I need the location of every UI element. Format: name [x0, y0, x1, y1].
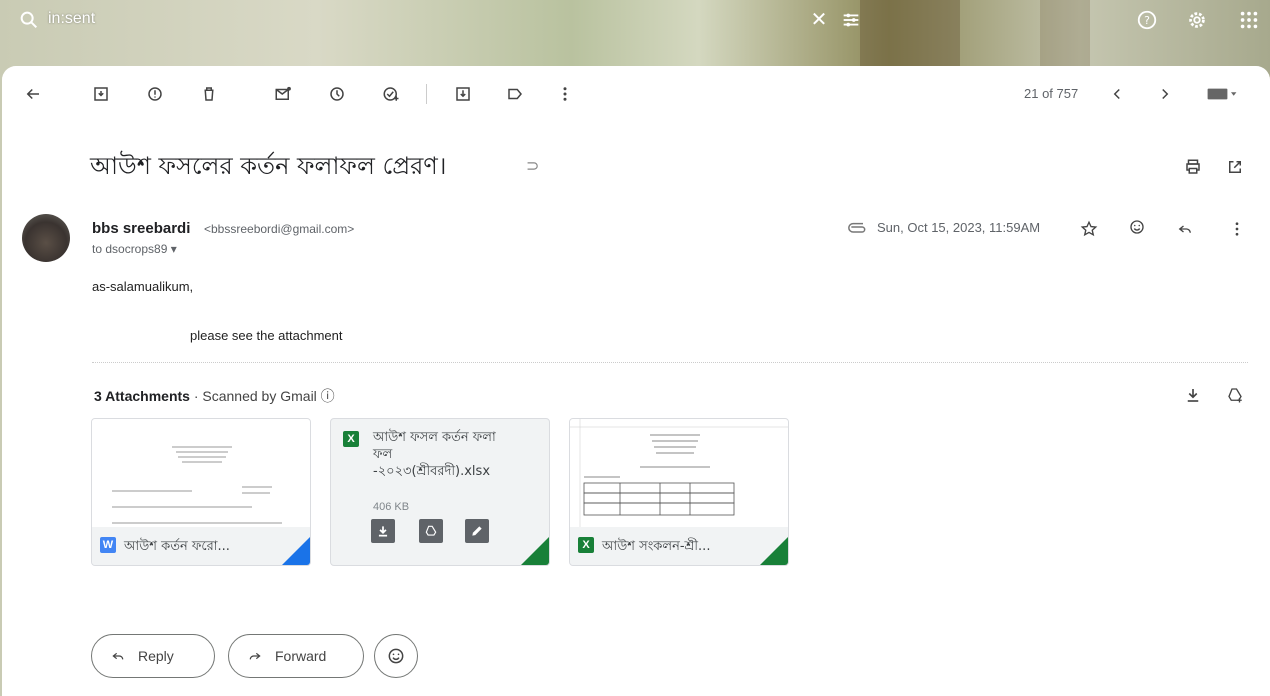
search-options-icon[interactable] — [840, 9, 862, 31]
add-to-tasks-icon[interactable] — [380, 83, 402, 105]
report-spam-icon[interactable] — [144, 83, 166, 105]
email-body-greeting: as-salamualikum, — [92, 279, 194, 294]
attachment-thumbnail — [570, 419, 788, 527]
settings-icon[interactable] — [1186, 9, 1208, 31]
message-date: Sun, Oct 15, 2023, 11:59AM — [877, 220, 1041, 235]
recipient-dropdown[interactable]: to dsocrops89 ▾ — [92, 242, 177, 256]
excel-file-icon: X — [578, 537, 594, 553]
delete-icon[interactable] — [198, 83, 220, 105]
move-to-icon[interactable] — [452, 83, 474, 105]
reply-label: Reply — [138, 648, 174, 664]
archive-icon[interactable] — [90, 83, 112, 105]
attachment-icon — [848, 222, 866, 233]
attachments-header: 3 Attachments · Scanned by Gmail ⓘ — [94, 386, 335, 406]
attachment-footer: W আউশ কর্তন ফরো... — [92, 527, 310, 565]
forward-button[interactable]: Forward — [228, 634, 364, 678]
attachment-size: 406 KB — [373, 501, 410, 513]
back-arrow-icon[interactable] — [22, 83, 44, 105]
sender-email: <bbssreebordi@gmail.com> — [204, 222, 355, 236]
clear-search-icon[interactable]: ✕ — [808, 9, 830, 31]
apps-grid-icon[interactable] — [1238, 9, 1260, 31]
open-new-window-icon[interactable] — [1224, 156, 1246, 178]
email-subject: আউশ ফসলের কর্তন ফলাফল প্রেরণ। — [90, 152, 447, 180]
edit-button[interactable] — [465, 519, 489, 543]
file-type-corner — [760, 537, 788, 565]
file-type-corner — [521, 537, 549, 565]
sender-name[interactable]: bbs sreebardi — [92, 220, 190, 237]
email-body-text: please see the attachment — [190, 328, 343, 343]
scanned-label: · Scanned by Gmail ⓘ — [193, 388, 335, 404]
excel-file-icon: X — [343, 431, 359, 447]
attachment-name-line: ফল — [373, 447, 393, 462]
help-icon[interactable]: ? — [1136, 9, 1158, 31]
pager-count: 21 of 757 — [1024, 86, 1079, 101]
file-type-corner — [282, 537, 310, 565]
reply-button[interactable]: Reply — [91, 634, 215, 678]
emoji-react-button[interactable] — [374, 634, 418, 678]
print-icon[interactable] — [1182, 156, 1204, 178]
attachment-footer: X আউশ সংকলন-শ্রী... — [570, 527, 788, 565]
reply-icon — [112, 652, 124, 660]
more-vert-icon[interactable] — [1226, 218, 1248, 240]
star-icon[interactable] — [1078, 218, 1100, 240]
add-to-drive-icon[interactable] — [1224, 384, 1246, 406]
download-all-icon[interactable] — [1182, 384, 1204, 406]
message-toolbar: 21 of 757 — [2, 66, 1270, 124]
search-input[interactable]: in:sent — [48, 10, 95, 28]
word-file-icon: W — [100, 537, 116, 553]
top-bar: in:sent ✕ ? — [0, 0, 1270, 66]
search-icon[interactable] — [18, 9, 40, 31]
attachment-name-line: -২০২৩(শ্রীবরদী).xlsx — [373, 464, 491, 479]
body-divider — [92, 362, 1248, 363]
add-to-drive-button[interactable] — [419, 519, 443, 543]
message-content: আউশ ফসলের কর্তন ফলাফল প্রেরণ। ⊃ bbs sree… — [2, 124, 1270, 696]
mark-unread-icon[interactable] — [272, 83, 294, 105]
snooze-icon[interactable] — [326, 83, 348, 105]
more-vert-icon[interactable] — [554, 83, 576, 105]
download-button[interactable] — [371, 519, 395, 543]
emoji-icon — [388, 648, 404, 664]
emoji-reaction-icon[interactable] — [1126, 216, 1148, 238]
toolbar-divider — [426, 84, 427, 104]
keyboard-icon[interactable] — [1202, 83, 1242, 105]
attachment-thumbnail — [92, 419, 310, 527]
chevron-left-icon[interactable] — [1106, 83, 1128, 105]
attachment-name: আউশ সংকলন-শ্রী... — [602, 539, 711, 554]
attachment-card[interactable]: X আউশ ফসল কর্তন ফলা ফল -২০২৩(শ্রীবরদী).x… — [330, 418, 550, 566]
attachment-card[interactable]: W আউশ কর্তন ফরো... — [91, 418, 311, 566]
important-marker-icon[interactable]: ⊃ — [526, 156, 539, 176]
forward-icon — [249, 652, 261, 660]
attachment-card[interactable]: X আউশ সংকলন-শ্রী... — [569, 418, 789, 566]
attachments-count: 3 Attachments — [94, 388, 190, 404]
attachment-name: আউশ কর্তন ফরো... — [124, 539, 230, 554]
label-icon[interactable] — [504, 83, 526, 105]
chevron-right-icon[interactable] — [1154, 83, 1176, 105]
svg-text:?: ? — [1144, 14, 1150, 27]
reply-icon[interactable] — [1174, 218, 1196, 240]
avatar[interactable] — [22, 214, 70, 262]
attachment-name: আউশ ফসল কর্তন ফলা ফল -২০২৩(শ্রীবরদী).xls… — [373, 429, 543, 480]
attachment-name-line: আউশ ফসল কর্তন ফলা — [373, 430, 496, 445]
forward-label: Forward — [275, 648, 327, 664]
message-panel: 21 of 757 আউশ ফসলের কর্তন ফলাফল প্রেরণ। … — [2, 66, 1270, 696]
